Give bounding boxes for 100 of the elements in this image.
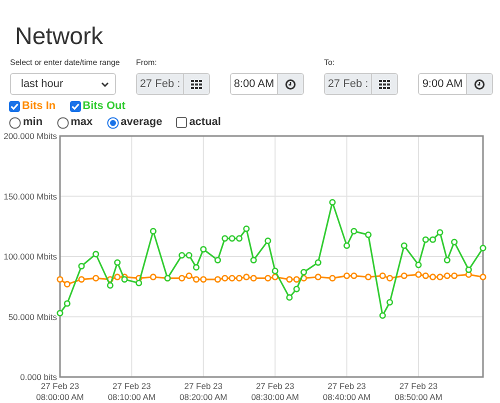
point — [106, 282, 114, 289]
point — [214, 276, 222, 283]
point — [114, 259, 121, 266]
point — [379, 312, 386, 319]
point — [92, 274, 100, 282]
point — [480, 244, 486, 252]
point — [178, 274, 186, 282]
radio-button[interactable] — [9, 116, 21, 128]
point — [228, 274, 236, 282]
point — [192, 276, 200, 283]
option-label: max — [70, 116, 93, 129]
point — [379, 272, 386, 280]
x-axis-label: 27 Feb 23 08:20:00 AM — [180, 381, 228, 402]
point — [272, 268, 278, 274]
x-axis-label: 27 Feb 23 08:50:00 AM — [394, 381, 442, 402]
series-label: Bits Out — [82, 100, 126, 113]
point — [250, 274, 257, 282]
option-label: average — [120, 116, 162, 129]
point — [236, 274, 243, 282]
point — [64, 280, 70, 288]
point — [314, 274, 322, 280]
point — [293, 276, 300, 283]
checkbox[interactable] — [9, 101, 20, 112]
x-axis-label: 27 Feb 23 08:00:00 AM — [36, 381, 84, 402]
point — [480, 274, 486, 280]
x-axis-label: 27 Feb 23 08:30:00 AM — [251, 381, 299, 402]
page-title: Network — [14, 22, 104, 52]
option-label: min — [23, 116, 43, 129]
y-axis-label: 150.000 Mbits — [4, 191, 57, 202]
range-select[interactable]: last hour — [10, 73, 116, 95]
point — [92, 250, 100, 258]
point — [386, 298, 394, 306]
point — [444, 256, 450, 264]
point — [114, 274, 121, 280]
point — [56, 310, 64, 316]
to-label: To: — [324, 58, 336, 68]
point — [264, 274, 272, 282]
y-axis-label: 100.000 Mbits — [4, 252, 57, 262]
point — [364, 232, 372, 238]
point — [214, 256, 222, 264]
point — [236, 235, 243, 242]
point — [444, 272, 450, 280]
point — [451, 272, 458, 280]
radio-button[interactable] — [56, 116, 69, 128]
point — [350, 272, 358, 280]
y-axis-label: 0.000 bits — [20, 372, 57, 382]
point — [430, 274, 436, 280]
point — [222, 235, 228, 242]
checkbox[interactable] — [176, 117, 188, 128]
series-label: Bits In — [22, 100, 56, 113]
point — [200, 246, 207, 253]
point — [150, 274, 157, 280]
point — [343, 272, 350, 280]
point — [386, 274, 394, 282]
point — [78, 276, 85, 283]
point — [430, 236, 436, 243]
point — [192, 264, 200, 271]
point — [250, 256, 257, 264]
point — [228, 235, 236, 242]
point — [343, 242, 350, 249]
caret-icon — [101, 82, 109, 86]
point — [222, 274, 228, 282]
point — [264, 238, 272, 244]
point — [364, 274, 372, 280]
point — [465, 266, 472, 274]
option-label: actual — [189, 116, 221, 129]
point — [300, 268, 308, 276]
point — [422, 236, 429, 243]
x-axis-label: 27 Feb 23 08:40:00 AM — [322, 381, 371, 402]
point — [350, 228, 358, 234]
point — [178, 252, 186, 259]
point — [451, 238, 458, 246]
point — [56, 276, 64, 283]
point — [415, 271, 422, 278]
radio-button[interactable] — [106, 116, 119, 128]
point — [293, 286, 300, 292]
point — [400, 242, 408, 249]
point — [415, 262, 422, 268]
point — [150, 228, 157, 234]
point — [121, 276, 128, 283]
point — [186, 272, 192, 280]
point — [329, 274, 336, 282]
point — [243, 225, 250, 232]
point — [286, 276, 293, 283]
point — [286, 294, 293, 301]
point — [186, 252, 192, 259]
point — [436, 229, 444, 236]
checkbox[interactable] — [70, 101, 81, 112]
point — [243, 274, 250, 280]
point — [136, 280, 142, 286]
point — [200, 276, 207, 283]
from-label: From: — [136, 58, 158, 68]
point — [78, 262, 85, 270]
point — [329, 198, 336, 206]
point — [314, 259, 322, 266]
point — [422, 272, 429, 280]
point — [400, 272, 408, 280]
point — [436, 274, 444, 280]
x-axis-label: 27 Feb 23 08:10:00 AM — [108, 381, 156, 402]
y-axis-label: 200.000 Mbits — [4, 131, 57, 141]
